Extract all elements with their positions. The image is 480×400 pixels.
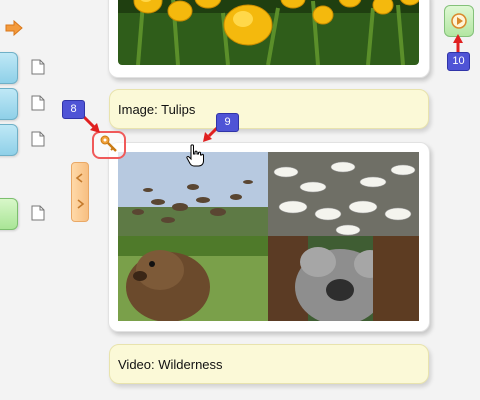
wilderness-collage xyxy=(118,152,419,321)
annotation-badge-9: 9 xyxy=(216,113,239,132)
wilderness-video-thumbnail[interactable] xyxy=(118,152,419,321)
caption-text: Video: Wilderness xyxy=(118,356,223,372)
video-card-wilderness[interactable] xyxy=(108,142,430,332)
document-icon[interactable] xyxy=(31,95,45,111)
caption-video-wilderness[interactable]: Video: Wilderness xyxy=(109,344,429,384)
orange-arrow-icon[interactable] xyxy=(5,20,23,36)
collapse-toggle[interactable] xyxy=(71,162,89,222)
chevron-right-icon[interactable] xyxy=(75,199,85,209)
image-card-tulips[interactable] xyxy=(108,0,430,78)
sidebar-tab-3[interactable] xyxy=(0,124,18,156)
sidebar-tab-2[interactable] xyxy=(0,88,18,120)
sidebar-tab-1[interactable] xyxy=(0,52,18,84)
play-icon xyxy=(451,13,467,29)
document-icon[interactable] xyxy=(31,205,45,221)
tulips-picture xyxy=(118,0,419,65)
key-icon[interactable] xyxy=(99,134,119,154)
caption-text: Image: Tulips xyxy=(118,101,196,117)
sidebar-tab-4[interactable] xyxy=(0,198,18,230)
play-button[interactable] xyxy=(444,5,474,37)
tulips-image[interactable] xyxy=(118,0,419,65)
annotation-badge-8: 8 xyxy=(62,100,85,119)
chevron-left-icon[interactable] xyxy=(75,173,85,183)
document-icon[interactable] xyxy=(31,59,45,75)
caption-image-tulips[interactable]: Image: Tulips xyxy=(109,89,429,129)
hand-cursor-icon xyxy=(186,144,204,167)
annotation-badge-10: 10 xyxy=(447,52,470,71)
document-icon[interactable] xyxy=(31,131,45,147)
